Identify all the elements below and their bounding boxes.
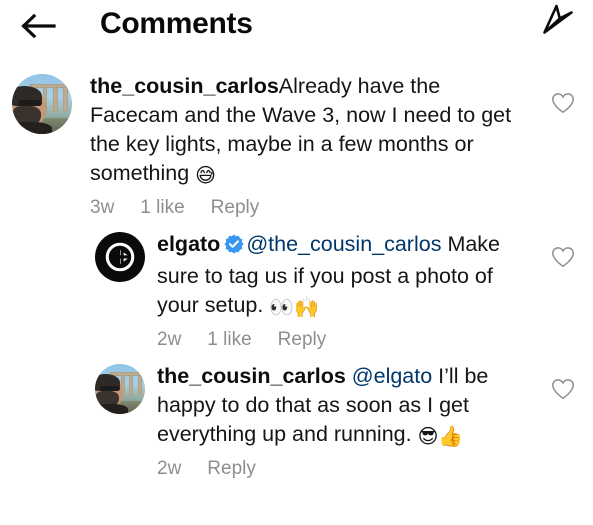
avatar-elgato-logo xyxy=(95,232,145,282)
verified-badge-icon xyxy=(224,233,244,262)
comment-username[interactable]: elgato xyxy=(157,232,220,256)
comment-meta: 3w 1 like Reply xyxy=(90,196,533,220)
page-title: Comments xyxy=(100,7,253,40)
comment-item[interactable]: the_cousin_carlosAlready have the Faceca… xyxy=(0,66,593,224)
comment-timestamp: 2w xyxy=(157,458,182,479)
comment-body: the_cousin_carlos @elgato I’ll be happy … xyxy=(157,362,533,481)
comment-like-count[interactable]: 1 like xyxy=(207,328,251,352)
heart-outline-icon xyxy=(551,93,575,118)
back-arrow-icon xyxy=(18,12,58,45)
comment-emoji: 😅 xyxy=(195,163,217,187)
comment-like-count[interactable]: 1 like xyxy=(140,196,184,220)
comment-text: the_cousin_carlosAlready have the Faceca… xyxy=(90,72,533,190)
avatar-photo-image xyxy=(12,74,72,134)
avatar-photo-image xyxy=(95,364,145,414)
comment-emoji: 👀🙌 xyxy=(269,295,320,319)
comment-meta: 2w 1 like Reply xyxy=(157,328,533,352)
like-button[interactable] xyxy=(551,92,575,116)
heart-outline-icon xyxy=(551,379,575,404)
avatar[interactable] xyxy=(12,74,72,134)
comment-emoji: 😎👍 xyxy=(417,424,464,448)
send-paper-plane-icon xyxy=(541,3,575,42)
comment-body: the_cousin_carlosAlready have the Faceca… xyxy=(90,72,533,220)
comment-body: elgato @the_cousin_carlos Make sure to ta… xyxy=(157,230,533,352)
like-button[interactable] xyxy=(551,378,575,402)
comment-username[interactable]: the_cousin_carlos xyxy=(157,364,346,388)
comment-meta: 2w Reply xyxy=(157,457,533,481)
comment-text: the_cousin_carlos @elgato I’ll be happy … xyxy=(157,362,533,451)
comment-item[interactable]: the_cousin_carlos @elgato I’ll be happy … xyxy=(0,356,593,485)
share-button[interactable] xyxy=(535,0,581,44)
comment-mention[interactable]: @elgato xyxy=(352,364,432,388)
comment-item[interactable]: elgato @the_cousin_carlos Make sure to ta… xyxy=(0,224,593,356)
comment-mention[interactable]: @the_cousin_carlos xyxy=(246,232,441,256)
comments-list: the_cousin_carlosAlready have the Faceca… xyxy=(0,56,593,485)
reply-button[interactable]: Reply xyxy=(278,328,327,352)
like-button[interactable] xyxy=(551,246,575,270)
heart-outline-icon xyxy=(551,247,575,272)
reply-button[interactable]: Reply xyxy=(211,196,260,220)
comment-text: elgato @the_cousin_carlos Make sure to ta… xyxy=(157,230,533,322)
avatar[interactable] xyxy=(95,232,145,282)
instagram-comments-screen: Comments the_cousin_carlosAlready have t… xyxy=(0,0,593,525)
app-header: Comments xyxy=(0,0,593,56)
comment-timestamp: 3w xyxy=(90,197,115,218)
back-button[interactable] xyxy=(10,6,66,50)
comment-timestamp: 2w xyxy=(157,329,182,350)
avatar[interactable] xyxy=(95,364,145,414)
comment-username[interactable]: the_cousin_carlos xyxy=(90,74,279,98)
reply-button[interactable]: Reply xyxy=(207,457,256,481)
